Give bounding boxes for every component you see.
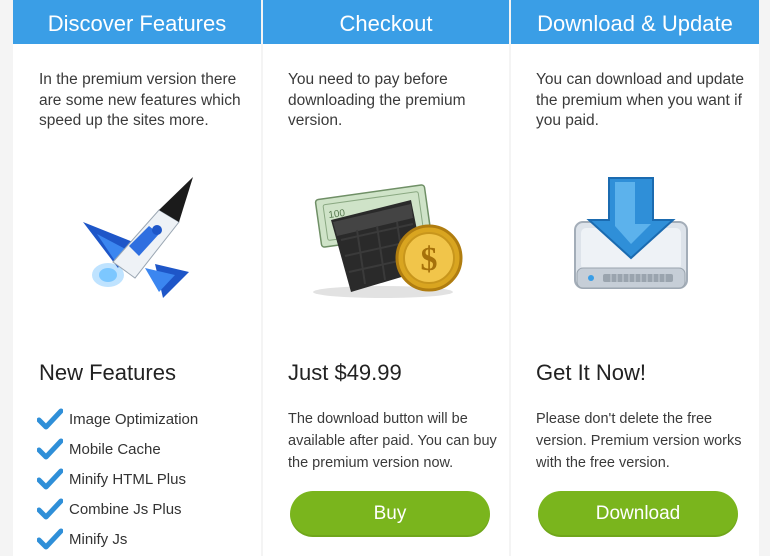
wallet-money-icon: 100 $	[313, 184, 463, 298]
check-icon	[37, 468, 63, 490]
column-subtitle: Get It Now!	[536, 360, 647, 385]
column-discover-features: Discover Features In the premium version…	[13, 0, 261, 556]
column-note: Please don't delete the free version. Pr…	[536, 411, 742, 471]
feature-label: Image Optimization	[69, 410, 199, 428]
feature-item: Minify HTML Plus	[37, 464, 198, 494]
check-icon	[37, 408, 63, 430]
check-icon	[37, 528, 63, 550]
download-button[interactable]: Download	[538, 491, 738, 537]
column-description: In the premium version there are some ne…	[39, 71, 241, 129]
column-download-update: Download & Update You can download and u…	[511, 0, 759, 556]
column-checkout: Checkout You need to pay before download…	[263, 0, 509, 556]
feature-label: Mobile Cache	[69, 440, 161, 458]
feature-item: Minify Js	[37, 524, 198, 554]
svg-text:$: $	[421, 241, 438, 278]
column-note: The download button will be available af…	[288, 411, 497, 471]
rocket-icon	[83, 177, 193, 298]
check-icon	[37, 438, 63, 460]
feature-label: Minify HTML Plus	[69, 470, 186, 488]
column-header: Discover Features	[13, 0, 261, 44]
buy-button[interactable]: Buy	[290, 491, 490, 537]
feature-item: Combine Js Plus	[37, 494, 198, 524]
column-header: Checkout	[263, 0, 509, 44]
download-drive-icon	[574, 177, 688, 289]
column-subtitle: Just $49.99	[288, 360, 402, 385]
feature-item: Mobile Cache	[37, 434, 198, 464]
column-subtitle: New Features	[39, 360, 176, 385]
column-description: You can download and update the premium …	[536, 71, 745, 129]
check-icon	[37, 498, 63, 520]
column-description: You need to pay before downloading the p…	[288, 71, 466, 129]
column-header: Download & Update	[511, 0, 759, 44]
feature-list: Image Optimization Mobile Cache Minify H…	[37, 404, 198, 554]
feature-label: Combine Js Plus	[69, 500, 182, 518]
feature-label: Minify Js	[69, 530, 128, 548]
feature-item: Image Optimization	[37, 404, 198, 434]
